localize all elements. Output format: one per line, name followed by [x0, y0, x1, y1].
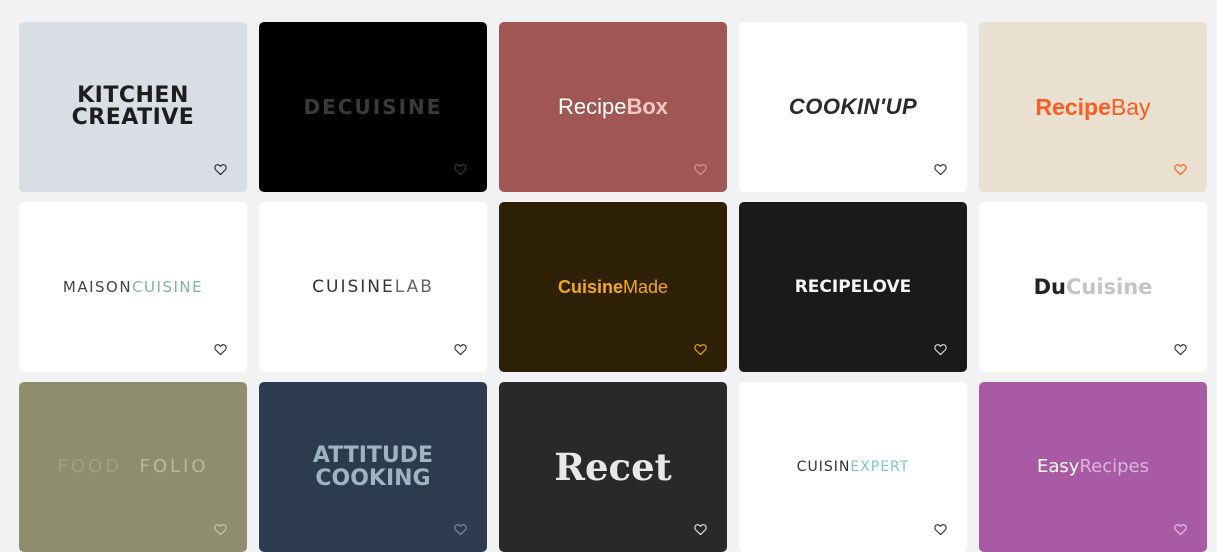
- logo: CuisineMade: [558, 278, 668, 296]
- logo: DECUISINE: [304, 97, 443, 117]
- card-ducuisine[interactable]: DuCuisine: [979, 202, 1207, 372]
- heart-icon[interactable]: [454, 163, 467, 176]
- logo-line-2: COOKING: [315, 466, 431, 491]
- card-kitchen-creative[interactable]: KITCHEN CREATIVE: [19, 22, 247, 192]
- logo-part-2: EXPERT: [850, 459, 910, 475]
- logo-part-1: Recipe: [557, 94, 627, 119]
- logo: EasyRecipes: [1037, 458, 1149, 476]
- heart-icon[interactable]: [214, 523, 227, 536]
- heart-icon[interactable]: [214, 343, 227, 356]
- logo-part-1: MAISON: [62, 277, 133, 296]
- heart-icon[interactable]: [694, 163, 707, 176]
- logo: ATTITUDE COOKING: [313, 444, 433, 490]
- logo-part-2: Box: [626, 94, 669, 119]
- heart-icon[interactable]: [1174, 163, 1187, 176]
- logo-part-1: Cuisine: [557, 277, 623, 297]
- logo-part-1: CUISINE: [312, 276, 395, 297]
- logo: Recet: [554, 448, 671, 486]
- logo: FOOD FOLIO: [57, 458, 208, 476]
- logo: CUISINELAB: [312, 276, 434, 297]
- heart-icon[interactable]: [214, 163, 227, 176]
- heart-icon[interactable]: [1174, 343, 1187, 356]
- card-foodfolio[interactable]: FOOD FOLIO: [19, 382, 247, 552]
- logo: MAISONCUISINE: [62, 277, 204, 296]
- card-recipebay[interactable]: RecipeBay: [979, 22, 1207, 192]
- logo: RECIPELOVE: [794, 276, 912, 297]
- logo-text: DECUISINE: [303, 95, 443, 119]
- logo-part-2: Bay: [1110, 93, 1151, 120]
- logo-part-1: CUISIN: [796, 459, 851, 475]
- heart-icon[interactable]: [694, 343, 707, 356]
- logo-text: RECIPELOVE: [794, 276, 912, 297]
- logo-part-2: Recipes: [1079, 456, 1149, 477]
- heart-icon[interactable]: [934, 523, 947, 536]
- logo: KITCHEN CREATIVE: [72, 85, 195, 129]
- logo-part-2: CUISINE: [132, 277, 204, 296]
- heart-icon[interactable]: [934, 163, 947, 176]
- logo-part-2: Made: [622, 277, 669, 297]
- heart-icon[interactable]: [934, 343, 947, 356]
- card-recipebox[interactable]: RecipeBox: [499, 22, 727, 192]
- card-cookinup[interactable]: COOKIN'UP: [739, 22, 967, 192]
- card-maisoncuisine[interactable]: MAISONCUISINE: [19, 202, 247, 372]
- logo-text: Recet: [554, 444, 672, 489]
- logo-part-1: FOOD: [57, 456, 123, 477]
- logo: DuCuisine: [1033, 274, 1153, 299]
- logo-line-1: ATTITUDE: [312, 443, 434, 468]
- card-recet[interactable]: Recet: [499, 382, 727, 552]
- card-easyrecipes[interactable]: EasyRecipes: [979, 382, 1207, 552]
- logo-line-1: KITCHEN: [77, 83, 189, 108]
- logo-text: COOKIN'UP: [788, 94, 918, 119]
- card-cuisinemade[interactable]: CuisineMade: [499, 202, 727, 372]
- card-recipelove[interactable]: RECIPELOVE: [739, 202, 967, 372]
- logo-gallery-grid: KITCHEN CREATIVE DECUISINE RecipeBox COO…: [19, 22, 1207, 552]
- logo-part-2: Cuisine: [1065, 274, 1153, 299]
- card-cuisinelab[interactable]: CUISINELAB: [259, 202, 487, 372]
- heart-icon[interactable]: [454, 343, 467, 356]
- card-cuisinexpert[interactable]: CUISINEXPERT: [739, 382, 967, 552]
- heart-icon[interactable]: [454, 523, 467, 536]
- logo: RecipeBay: [1035, 93, 1151, 120]
- card-decuisine[interactable]: DECUISINE: [259, 22, 487, 192]
- logo-part-1: Recipe: [1035, 93, 1111, 120]
- heart-icon[interactable]: [694, 523, 707, 536]
- logo-part-2: LAB: [394, 276, 434, 297]
- logo: CUISINEXPERT: [797, 460, 910, 474]
- card-attitude-cooking[interactable]: ATTITUDE COOKING: [259, 382, 487, 552]
- logo-line-2: CREATIVE: [71, 105, 195, 130]
- logo-part-1: Easy: [1037, 456, 1080, 477]
- logo: RecipeBox: [558, 96, 668, 118]
- logo-part-2: FOLIO: [139, 456, 209, 477]
- logo: COOKIN'UP: [789, 96, 917, 118]
- logo-part-1: Du: [1033, 274, 1066, 299]
- heart-icon[interactable]: [1174, 523, 1187, 536]
